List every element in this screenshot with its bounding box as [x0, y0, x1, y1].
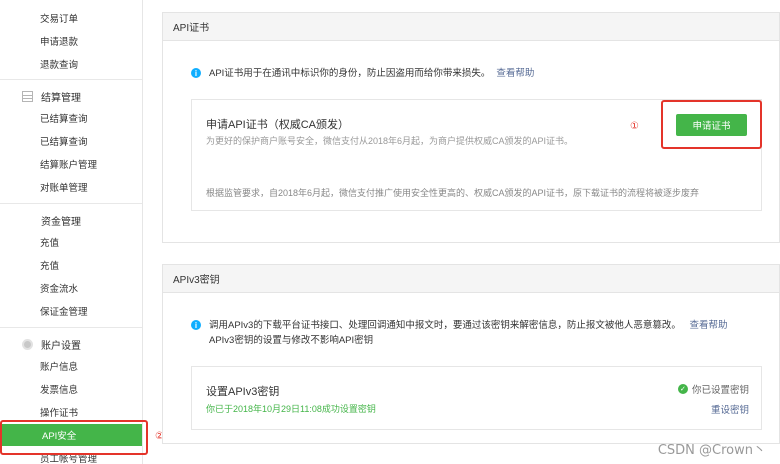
- sidebar-item-operation-cert[interactable]: 操作证书: [0, 401, 142, 423]
- sidebar-divider: [0, 327, 142, 328]
- grid-icon: [22, 215, 33, 226]
- apiv3-info-text: 调用APIv3的下载平台证书接口、处理回调通知中报文时，要通过该密钥来解密信息，…: [209, 320, 681, 331]
- info-icon: i: [191, 68, 201, 78]
- sidebar-group-account[interactable]: 账户设置: [0, 332, 142, 356]
- sidebar-item-recharge-2[interactable]: 充值: [0, 254, 142, 276]
- api-cert-notice: 根据监管要求，自2018年6月起，微信支付推广使用安全性更高的、权威CA颁发的A…: [206, 188, 700, 198]
- info-icon: i: [191, 320, 201, 330]
- sidebar-item-invoice-info[interactable]: 发票信息: [0, 378, 142, 400]
- sidebar-group-label: 结算管理: [41, 92, 81, 104]
- sidebar-item-deposit[interactable]: 保证金管理: [0, 300, 142, 322]
- reset-key-link[interactable]: 重设密钥: [711, 402, 749, 416]
- apiv3-set-info: 你已于2018年10月29日11:08成功设置密钥: [206, 404, 376, 414]
- sidebar-item-apply-refund[interactable]: 申请退款: [0, 30, 142, 52]
- sidebar-item-settled-query[interactable]: 已结算查询: [0, 107, 142, 129]
- annotation-mark-1: ①: [630, 121, 639, 132]
- watermark: CSDN @Crown丶: [657, 443, 766, 458]
- apiv3-status: ✓ 你已设置密钥: [677, 382, 749, 396]
- sidebar-item-settlement-account[interactable]: 结算账户管理: [0, 153, 142, 175]
- apiv3-help-link[interactable]: 查看帮助: [690, 320, 728, 331]
- sidebar-group-label: 账户设置: [41, 340, 81, 352]
- api-cert-info-text: API证书用于在通讯中标识你的身份，防止因盗用而给你带来损失。: [209, 68, 491, 79]
- sidebar-group-label: 资金管理: [41, 216, 81, 228]
- sidebar-item-account-info[interactable]: 账户信息: [0, 355, 142, 377]
- sidebar-item-statement[interactable]: 对账单管理: [0, 176, 142, 198]
- gear-icon: [22, 338, 33, 350]
- apiv3-status-text: 你已设置密钥: [691, 385, 749, 396]
- apply-cert-button[interactable]: 申请证书: [676, 114, 747, 136]
- api-cert-title: 申请API证书（权威CA颁发）: [206, 119, 350, 131]
- api-cert-desc: 为更好的保护商户账号安全，微信支付从2018年6月起，为商户提供权威CA颁发的A…: [206, 136, 574, 146]
- api-cert-help-link[interactable]: 查看帮助: [496, 66, 534, 81]
- api-cert-header: API证书: [163, 13, 779, 41]
- apiv3-info: i 调用APIv3的下载平台证书接口、处理回调通知中报文时，要通过该密钥来解密信…: [191, 318, 751, 348]
- apiv3-info-text-2: APIv3密钥的设置与修改不影响API密钥: [209, 335, 374, 346]
- sidebar-item-recharge[interactable]: 充值: [0, 231, 142, 253]
- sidebar-item-staff-accounts[interactable]: 员工帐号管理: [0, 447, 142, 464]
- apiv3-title: 设置APIv3密钥: [206, 386, 280, 398]
- sidebar-item-trade-orders[interactable]: 交易订单: [0, 7, 142, 29]
- sidebar-item-fund-flow[interactable]: 资金流水: [0, 277, 142, 299]
- sidebar: 交易订单 申请退款 退款查询 结算管理 已结算查询 已结算查询 结算账户管理 对…: [0, 0, 143, 464]
- sidebar-group-settlement[interactable]: 结算管理: [0, 84, 142, 108]
- sidebar-item-settled-query-2[interactable]: 已结算查询: [0, 130, 142, 152]
- apiv3-header: APIv3密钥: [163, 265, 779, 293]
- apiv3-panel: 设置APIv3密钥 你已于2018年10月29日11:08成功设置密钥 ✓ 你已…: [191, 366, 762, 430]
- check-icon: ✓: [677, 384, 688, 394]
- apiv3-card: APIv3密钥 i 调用APIv3的下载平台证书接口、处理回调通知中报文时，要通…: [162, 264, 780, 444]
- sidebar-divider: [0, 79, 142, 80]
- sidebar-divider: [0, 203, 142, 204]
- sidebar-item-refund-query[interactable]: 退款查询: [0, 53, 142, 75]
- sidebar-item-api-security[interactable]: API安全: [2, 424, 142, 446]
- api-cert-info: i API证书用于在通讯中标识你的身份，防止因盗用而给你带来损失。 查看帮助: [191, 66, 534, 81]
- sidebar-group-funds[interactable]: 资金管理: [0, 208, 142, 232]
- main-content: API证书 i API证书用于在通讯中标识你的身份，防止因盗用而给你带来损失。 …: [143, 0, 780, 464]
- apiv3-info-body: 调用APIv3的下载平台证书接口、处理回调通知中报文时，要通过该密钥来解密信息，…: [209, 318, 749, 348]
- table-icon: [22, 90, 33, 102]
